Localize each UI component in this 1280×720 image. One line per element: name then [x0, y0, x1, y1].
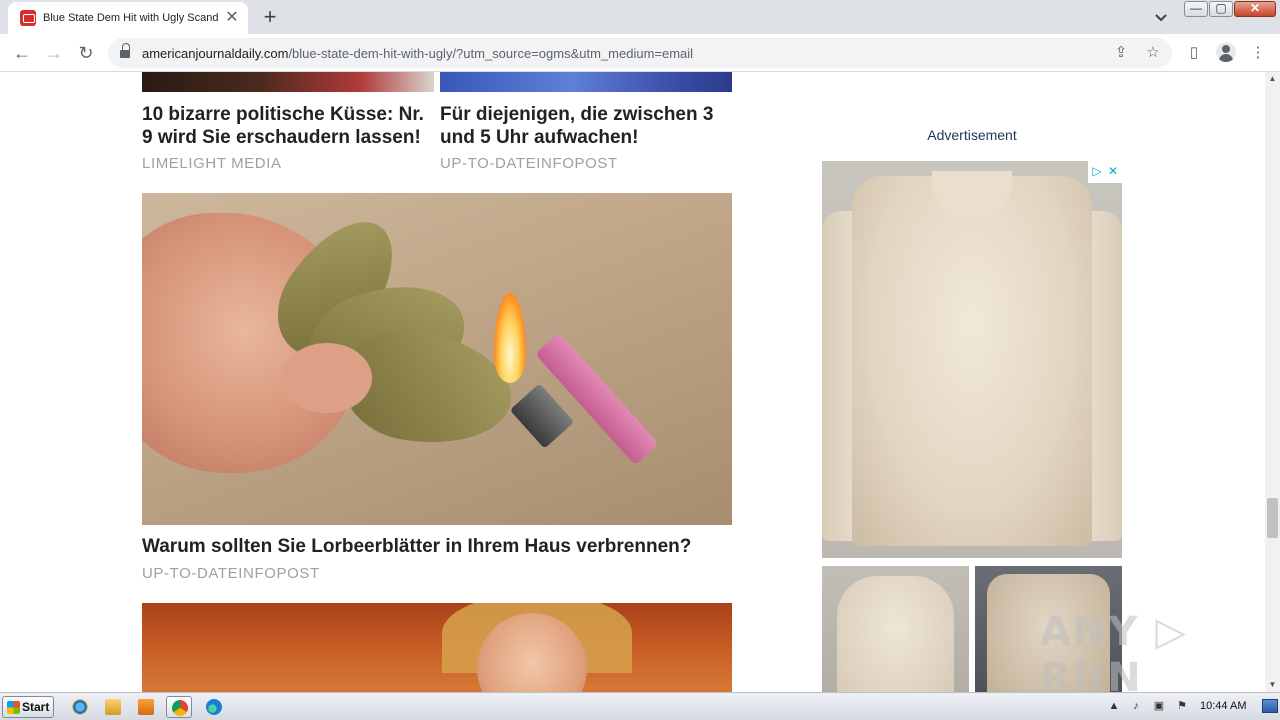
article-image-aufwachen[interactable]	[440, 72, 732, 92]
browser-toolbar: ← → ↻ americanjournaldaily.com/blue-stat…	[0, 34, 1280, 72]
taskbar-media-player-icon[interactable]	[133, 696, 159, 718]
taskbar-explorer-icon[interactable]	[100, 696, 126, 718]
anyrun-watermark: ANY ▷ RUN	[1040, 609, 1189, 692]
windows-logo-icon	[7, 701, 20, 714]
article-image-politische-kuesse[interactable]	[142, 72, 434, 92]
tab-search-chevron-icon[interactable]	[1150, 8, 1172, 26]
url-text: americanjournaldaily.com/blue-state-dem-…	[142, 46, 693, 61]
browser-tab-active[interactable]: Blue State Dem Hit with Ugly Scanda ✕	[8, 2, 248, 34]
site-favicon-icon	[20, 10, 36, 26]
network-icon[interactable]: ▣	[1152, 699, 1166, 713]
window-maximize-button[interactable]: ▢	[1209, 1, 1233, 17]
action-center-flag-icon[interactable]: ⚑	[1175, 699, 1189, 713]
taskbar-edge-icon[interactable]	[201, 696, 227, 718]
lock-icon[interactable]	[120, 43, 130, 59]
tab-close-icon[interactable]: ✕	[224, 10, 240, 26]
taskbar-clock[interactable]: 10:44 AM	[1200, 700, 1246, 712]
tray-expand-icon[interactable]: ▲	[1107, 699, 1121, 713]
article-title[interactable]: 10 bizarre politische Küsse: Nr. 9 wird …	[142, 103, 434, 149]
system-tray: ▲ ♪ ▣ ⚑ 10:44 AM	[1105, 696, 1280, 718]
forward-arrow-icon[interactable]: →	[42, 41, 66, 65]
url-domain: americanjournaldaily.com	[142, 46, 289, 61]
ad-choices[interactable]: ▷ ✕	[1088, 161, 1122, 183]
ad-banner-shirt[interactable]: ▷ ✕	[822, 161, 1122, 558]
back-arrow-icon[interactable]: ←	[10, 41, 34, 65]
browser-menu-icon[interactable]: ⋮	[1248, 43, 1268, 63]
taskbar-ie-icon[interactable]	[67, 696, 93, 718]
scroll-down-arrow-icon[interactable]: ▼	[1265, 678, 1280, 692]
ad-thumbnail-hoodie[interactable]	[822, 566, 969, 692]
article-source[interactable]: LIMELIGHT MEDIA	[142, 155, 282, 172]
tab-strip: Blue State Dem Hit with Ugly Scanda ✕ + …	[0, 0, 1280, 34]
taskbar-chrome-icon[interactable]	[166, 696, 192, 718]
article-source[interactable]: UP-TO-DATEINFOPOST	[142, 565, 320, 582]
address-bar[interactable]: americanjournaldaily.com/blue-state-dem-…	[108, 38, 1172, 68]
share-icon[interactable]: ⇪	[1112, 44, 1130, 62]
page-content: 10 bizarre politische Küsse: Nr. 9 wird …	[0, 72, 1265, 692]
volume-icon[interactable]: ♪	[1129, 699, 1143, 713]
advertisement-label: Advertisement	[927, 127, 1017, 143]
start-button[interactable]: Start	[2, 696, 54, 718]
show-desktop-button[interactable]	[1262, 699, 1278, 713]
article-title[interactable]: Warum sollten Sie Lorbeerblätter in Ihre…	[142, 535, 732, 558]
tab-title: Blue State Dem Hit with Ugly Scanda	[43, 12, 219, 24]
window-close-button[interactable]: ✕	[1234, 1, 1276, 17]
bookmark-star-icon[interactable]: ☆	[1144, 44, 1162, 62]
scrollbar-thumb[interactable]	[1267, 498, 1278, 538]
window-minimize-button[interactable]: —	[1184, 1, 1208, 17]
scroll-up-arrow-icon[interactable]: ▲	[1265, 72, 1280, 86]
article-title[interactable]: Für diejenigen, die zwischen 3 und 5 Uhr…	[440, 103, 732, 149]
page-scrollbar[interactable]: ▲ ▼	[1265, 72, 1280, 692]
side-panel-icon[interactable]: ▯	[1184, 43, 1204, 63]
windows-taskbar: Start ▲ ♪ ▣ ⚑ 10:44 AM	[0, 692, 1280, 720]
reload-icon[interactable]: ↻	[74, 41, 98, 65]
new-tab-button[interactable]: +	[259, 6, 281, 28]
profile-avatar-icon[interactable]	[1216, 42, 1236, 62]
article-image-next[interactable]	[142, 603, 732, 692]
adchoices-icon[interactable]: ▷	[1090, 163, 1104, 179]
article-source[interactable]: UP-TO-DATEINFOPOST	[440, 155, 618, 172]
url-path: /blue-state-dem-hit-with-ugly/?utm_sourc…	[288, 46, 694, 61]
article-image-lorbeerblaetter[interactable]	[142, 193, 732, 525]
ad-close-icon[interactable]: ✕	[1106, 163, 1120, 179]
